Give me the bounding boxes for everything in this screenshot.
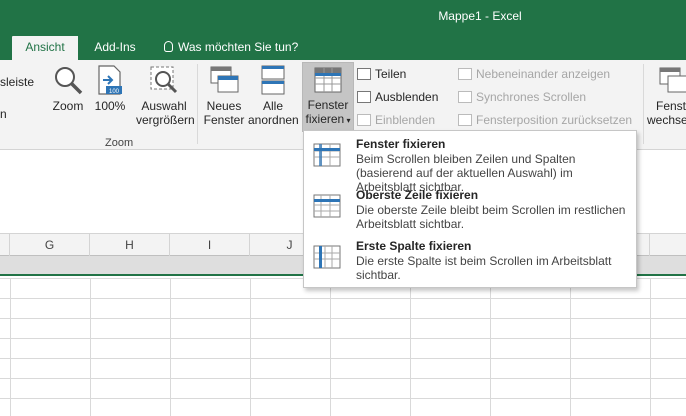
hide-icon (357, 91, 371, 103)
switch-windows-label-1: Fenst (656, 99, 686, 113)
zoom-selection-icon (150, 66, 178, 94)
menu-item-title: Erste Spalte fixieren (356, 239, 472, 253)
zoom-label: Zoom (52, 99, 84, 113)
arrange-all-icon (261, 65, 285, 95)
side-by-side-label: Nebeneinander anzeigen (476, 67, 611, 81)
switch-windows-icon (659, 67, 686, 93)
column-header-g[interactable]: G (10, 234, 90, 256)
partial-button-left[interactable]: sleiste (0, 72, 34, 92)
side-by-side-icon (458, 68, 472, 80)
split-button[interactable]: Teilen (357, 64, 406, 84)
zoom-selection-label-2: vergrößern (136, 113, 195, 127)
arrange-all-label-1: Alle (262, 99, 283, 113)
switch-windows-button[interactable]: Fenst wechse (646, 64, 686, 127)
new-window-icon (210, 66, 239, 93)
zoom-button[interactable]: Zoom (48, 64, 88, 113)
tab-ansicht[interactable]: Ansicht (12, 36, 78, 60)
freeze-panes-menu: Fenster fixieren Beim Scrollen bleiben Z… (303, 130, 637, 288)
hide-button[interactable]: Ausblenden (357, 87, 438, 107)
zoom-selection-button[interactable]: Auswahl vergrößern (136, 64, 195, 127)
unhide-icon (357, 114, 371, 126)
freeze-first-column-icon (313, 245, 341, 269)
zoom-100-icon: 100 (98, 65, 122, 95)
freeze-panes-label-2: fixieren (305, 112, 345, 126)
column-header-i[interactable]: I (170, 234, 250, 256)
arrange-all-button[interactable]: Alle anordnen (248, 64, 299, 127)
menu-item-description: Die erste Spalte ist beim Scrollen im Ar… (356, 254, 612, 282)
group-separator (643, 64, 644, 144)
reset-position-label: Fensterposition zurücksetzen (476, 113, 633, 127)
zoom-selection-label-1: Auswahl (141, 99, 187, 113)
menu-item-freeze-top-row[interactable]: Oberste Zeile fixieren Die oberste Zeile… (304, 185, 636, 236)
lightbulb-icon (164, 41, 173, 52)
zoom-100-label: 100% (94, 99, 126, 113)
column-header-partial[interactable] (0, 234, 10, 256)
ribbon-tab-bar: Ansicht Add-Ins Was möchten Sie tun? (0, 36, 686, 60)
tab-add-ins[interactable]: Add-Ins (84, 36, 146, 60)
menu-item-title: Fenster fixieren (356, 137, 446, 151)
worksheet-grid[interactable] (0, 278, 686, 416)
split-label: Teilen (375, 67, 407, 81)
reset-position-icon (458, 114, 472, 126)
sync-scroll-icon (458, 91, 472, 103)
window-title: Mappe1 - Excel (438, 9, 522, 23)
new-window-label-2: Fenster (203, 113, 245, 127)
menu-item-freeze-panes[interactable]: Fenster fixieren Beim Scrollen bleiben Z… (304, 134, 636, 194)
title-bar: Mappe1 - Excel (0, 0, 686, 36)
unhide-label: Einblenden (375, 113, 436, 127)
zoom-100-button[interactable]: 100 100% (92, 64, 128, 113)
menu-item-title: Oberste Zeile fixieren (356, 188, 479, 202)
freeze-panes-icon (313, 143, 341, 167)
freeze-panes-label-1: Fenster (307, 98, 349, 112)
menu-item-description: Die oberste Zeile bleibt beim Scrollen i… (356, 203, 626, 231)
view-side-by-side-button[interactable]: Nebeneinander anzeigen (458, 64, 610, 84)
sync-scroll-label: Synchrones Scrollen (476, 90, 587, 104)
switch-windows-label-2: wechse (647, 113, 686, 127)
freeze-top-row-icon (313, 194, 341, 218)
freeze-panes-icon (314, 67, 342, 93)
hide-label: Ausblenden (375, 90, 439, 104)
group-separator (197, 64, 198, 144)
column-header-h[interactable]: H (90, 234, 170, 256)
unhide-button[interactable]: Einblenden (357, 110, 435, 130)
arrange-all-label-2: anordnen (248, 113, 299, 127)
reset-window-position-button[interactable]: Fensterposition zurücksetzen (458, 110, 632, 130)
tell-me-text: Was möchten Sie tun? (178, 40, 299, 54)
tell-me-box[interactable]: Was möchten Sie tun? (164, 36, 298, 60)
menu-item-freeze-first-column[interactable]: Erste Spalte fixieren Die erste Spalte i… (304, 236, 636, 287)
split-icon (357, 68, 371, 80)
chevron-down-icon: ▾ (344, 116, 351, 125)
zoom-group-label: Zoom (105, 137, 134, 149)
magnifier-icon (55, 67, 83, 95)
new-window-label-1: Neues (206, 99, 242, 113)
svg-text:100: 100 (109, 89, 120, 95)
partial-label-left: n (0, 107, 7, 121)
freeze-panes-button[interactable]: Fenster fixieren ▾ (302, 62, 354, 132)
synchronous-scrolling-button[interactable]: Synchrones Scrollen (458, 87, 586, 107)
new-window-button[interactable]: Neues Fenster (202, 64, 246, 127)
